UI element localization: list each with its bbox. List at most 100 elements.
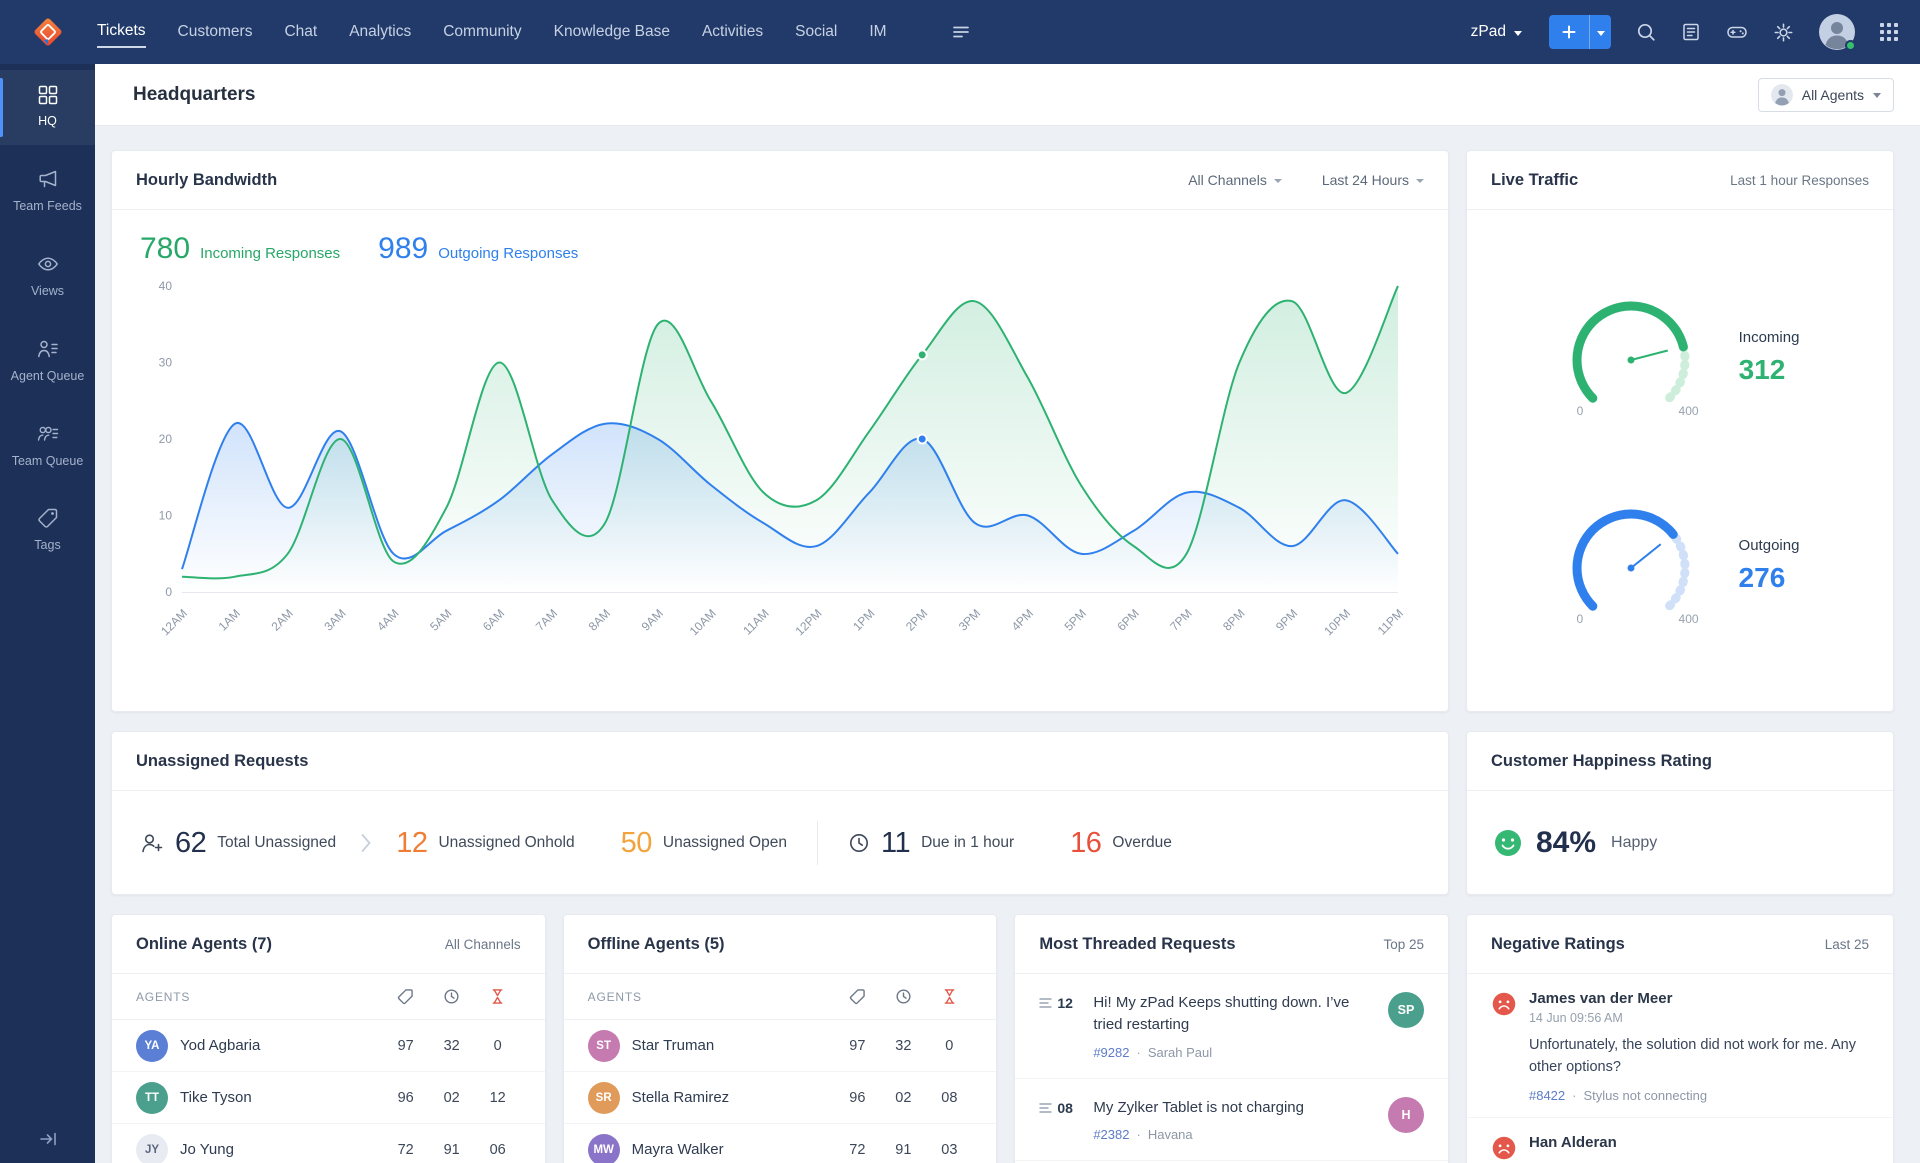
agent-row[interactable]: TT Tike Tyson 96 02 12 — [112, 1072, 545, 1124]
sidebar-item-hq[interactable]: HQ — [0, 70, 95, 145]
gauge-value: 276 — [1738, 561, 1786, 593]
happy-smiley-icon — [1493, 828, 1523, 858]
thread-lines-icon — [1039, 997, 1053, 1009]
online-status-dot — [1845, 40, 1856, 51]
agent-row[interactable]: ST Star Truman 97 32 0 — [563, 1020, 997, 1072]
avatar: MW — [587, 1133, 620, 1163]
sidebar-item-views[interactable]: Views — [0, 238, 95, 315]
gamescope-icon[interactable] — [1726, 21, 1748, 43]
negative-ratings-card: Negative Ratings Last 25 James van der M… — [1465, 914, 1894, 1163]
all-agents-filter-button[interactable]: All Agents — [1757, 77, 1894, 112]
unassigned-requests-card: Unassigned Requests 62 Total Unassigned … — [111, 731, 1449, 895]
svg-text:2AM: 2AM — [269, 606, 296, 633]
chevron-down-icon — [1273, 179, 1282, 183]
thread-lines-icon — [1039, 1102, 1053, 1114]
online-agents-card: Online Agents (7) All Channels AGENTS YA… — [111, 914, 546, 1163]
avatar: ST — [587, 1029, 620, 1062]
svg-text:9AM: 9AM — [639, 606, 666, 633]
user-avatar[interactable] — [1819, 14, 1856, 51]
ticket-id-link[interactable]: #2382 — [1093, 1127, 1129, 1142]
incoming-gauge-row: 0 400 Incoming 312 — [1475, 296, 1885, 418]
threaded-request-item[interactable]: 08 My Zylker Tablet is not charging #238… — [1015, 1079, 1448, 1162]
time-clock-icon — [429, 988, 475, 1005]
nav-tab-chat[interactable]: Chat — [284, 0, 317, 64]
dashboard-content: Hourly Bandwidth All Channels Last 24 Ho… — [95, 126, 1920, 1163]
department-select[interactable]: zPad — [1471, 23, 1522, 41]
svg-text:12AM: 12AM — [158, 606, 190, 638]
svg-text:2PM: 2PM — [903, 606, 930, 633]
svg-text:7PM: 7PM — [1167, 606, 1194, 633]
ticket-id-link[interactable]: #9282 — [1093, 1045, 1129, 1060]
overdue-hourglass-icon — [926, 988, 972, 1005]
tag-icon — [37, 507, 59, 529]
avatar: SR — [587, 1081, 620, 1114]
channels-filter-dropdown[interactable]: All Channels — [1188, 172, 1282, 188]
ticket-id-link[interactable]: #8422 — [1529, 1088, 1565, 1103]
add-dropdown-caret[interactable] — [1589, 15, 1611, 49]
agent-row[interactable]: YA Yod Agbaria 97 32 0 — [112, 1020, 545, 1072]
apps-grid-icon[interactable] — [1880, 23, 1898, 41]
negative-rating-item[interactable]: James van der Meer 14 Jun 09:56 AM Unfor… — [1466, 974, 1893, 1118]
hq-grid-icon — [38, 85, 58, 105]
agent-name: Havana — [1147, 1127, 1193, 1143]
nav-tab-analytics[interactable]: Analytics — [349, 0, 411, 64]
quick-add — [1549, 15, 1611, 49]
sidebar: HQ Team Feeds Views Agent Queue Team Que… — [0, 64, 95, 1163]
threaded-request-item[interactable]: 12 Hi! My zPad Keeps shutting down. I’ve… — [1015, 974, 1448, 1079]
due-in-1-hour-stat: 11 Due in 1 hour — [848, 827, 1014, 860]
tickets-tag-icon — [383, 988, 429, 1005]
rating-timestamp: 14 Jun 09:56 AM — [1528, 1011, 1623, 1025]
chevron-right-icon — [360, 832, 372, 854]
zoho-desk-logo[interactable] — [0, 17, 95, 47]
search-icon[interactable] — [1636, 22, 1656, 42]
last-25-filter[interactable]: Last 25 — [1825, 937, 1869, 952]
sidebar-item-team-queue[interactable]: Team Queue — [0, 408, 95, 485]
settings-gear-icon[interactable] — [1773, 22, 1794, 43]
add-button[interactable] — [1549, 15, 1589, 49]
nav-tab-knowledge-base[interactable]: Knowledge Base — [554, 0, 670, 64]
negative-rating-item[interactable]: Han Alderan — [1467, 1118, 1893, 1163]
avatar: YA — [136, 1029, 168, 1062]
feeds-icon[interactable] — [1681, 22, 1701, 42]
plus-icon — [1562, 25, 1576, 39]
agents-table-header: AGENTS — [112, 974, 545, 1020]
sidebar-collapse-icon[interactable] — [0, 1129, 95, 1149]
svg-text:1AM: 1AM — [216, 606, 243, 633]
bandwidth-area-chart: 0 10 20 30 40 12AM 1AM 2AM 3AM 4AM 5AM 6AM 7AM 8AM 9AM… — [158, 279, 1406, 638]
svg-text:7AM: 7AM — [533, 606, 560, 633]
nav-tab-social[interactable]: Social — [795, 0, 837, 64]
time-range-filter-dropdown[interactable]: Last 24 Hours — [1322, 172, 1424, 188]
main-menu: Tickets Customers Chat Analytics Communi… — [97, 0, 971, 64]
agent-row[interactable]: SR Stella Ramirez 96 02 08 — [563, 1072, 997, 1124]
chevron-down-icon — [1416, 179, 1424, 183]
online-agents-channel-filter[interactable]: All Channels — [445, 937, 521, 952]
agents-table-header: AGENTS — [563, 974, 997, 1020]
sidebar-item-team-feeds[interactable]: Team Feeds — [0, 153, 95, 230]
main-area: Headquarters All Agents Hourly Bandwidth… — [95, 64, 1920, 1163]
top-25-filter[interactable]: Top 25 — [1383, 937, 1424, 952]
nav-tab-customers[interactable]: Customers — [178, 0, 253, 64]
svg-text:0: 0 — [165, 585, 172, 599]
agent-row[interactable]: JY Jo Yung 72 91 06 — [112, 1124, 545, 1163]
eye-icon — [37, 253, 59, 275]
svg-text:5AM: 5AM — [427, 606, 454, 633]
svg-text:20: 20 — [159, 432, 173, 446]
live-traffic-card: Live Traffic Last 1 hour Responses 0 400… — [1466, 150, 1894, 712]
sidebar-item-agent-queue[interactable]: Agent Queue — [0, 323, 95, 400]
nav-more-icon[interactable] — [951, 22, 971, 42]
svg-text:3AM: 3AM — [321, 606, 348, 633]
nav-tab-tickets[interactable]: Tickets — [97, 0, 146, 64]
gauge-value: 312 — [1738, 353, 1786, 385]
sidebar-item-tags[interactable]: Tags — [0, 492, 95, 569]
nav-tab-im[interactable]: IM — [869, 0, 886, 64]
ticket-subject: Stylus not connecting — [1583, 1087, 1708, 1103]
clock-icon — [848, 832, 870, 854]
svg-text:8AM: 8AM — [586, 606, 613, 633]
nav-tab-activities[interactable]: Activities — [702, 0, 763, 64]
megaphone-icon — [37, 168, 59, 190]
nav-tab-community[interactable]: Community — [443, 0, 521, 64]
card-title: Offline Agents (5) — [587, 934, 725, 953]
agent-row[interactable]: MW Mayra Walker 72 91 03 — [564, 1124, 997, 1163]
time-clock-icon — [880, 988, 926, 1005]
bandwidth-stats: 780 Incoming Responses 989 Outgoing Resp… — [112, 210, 1448, 266]
